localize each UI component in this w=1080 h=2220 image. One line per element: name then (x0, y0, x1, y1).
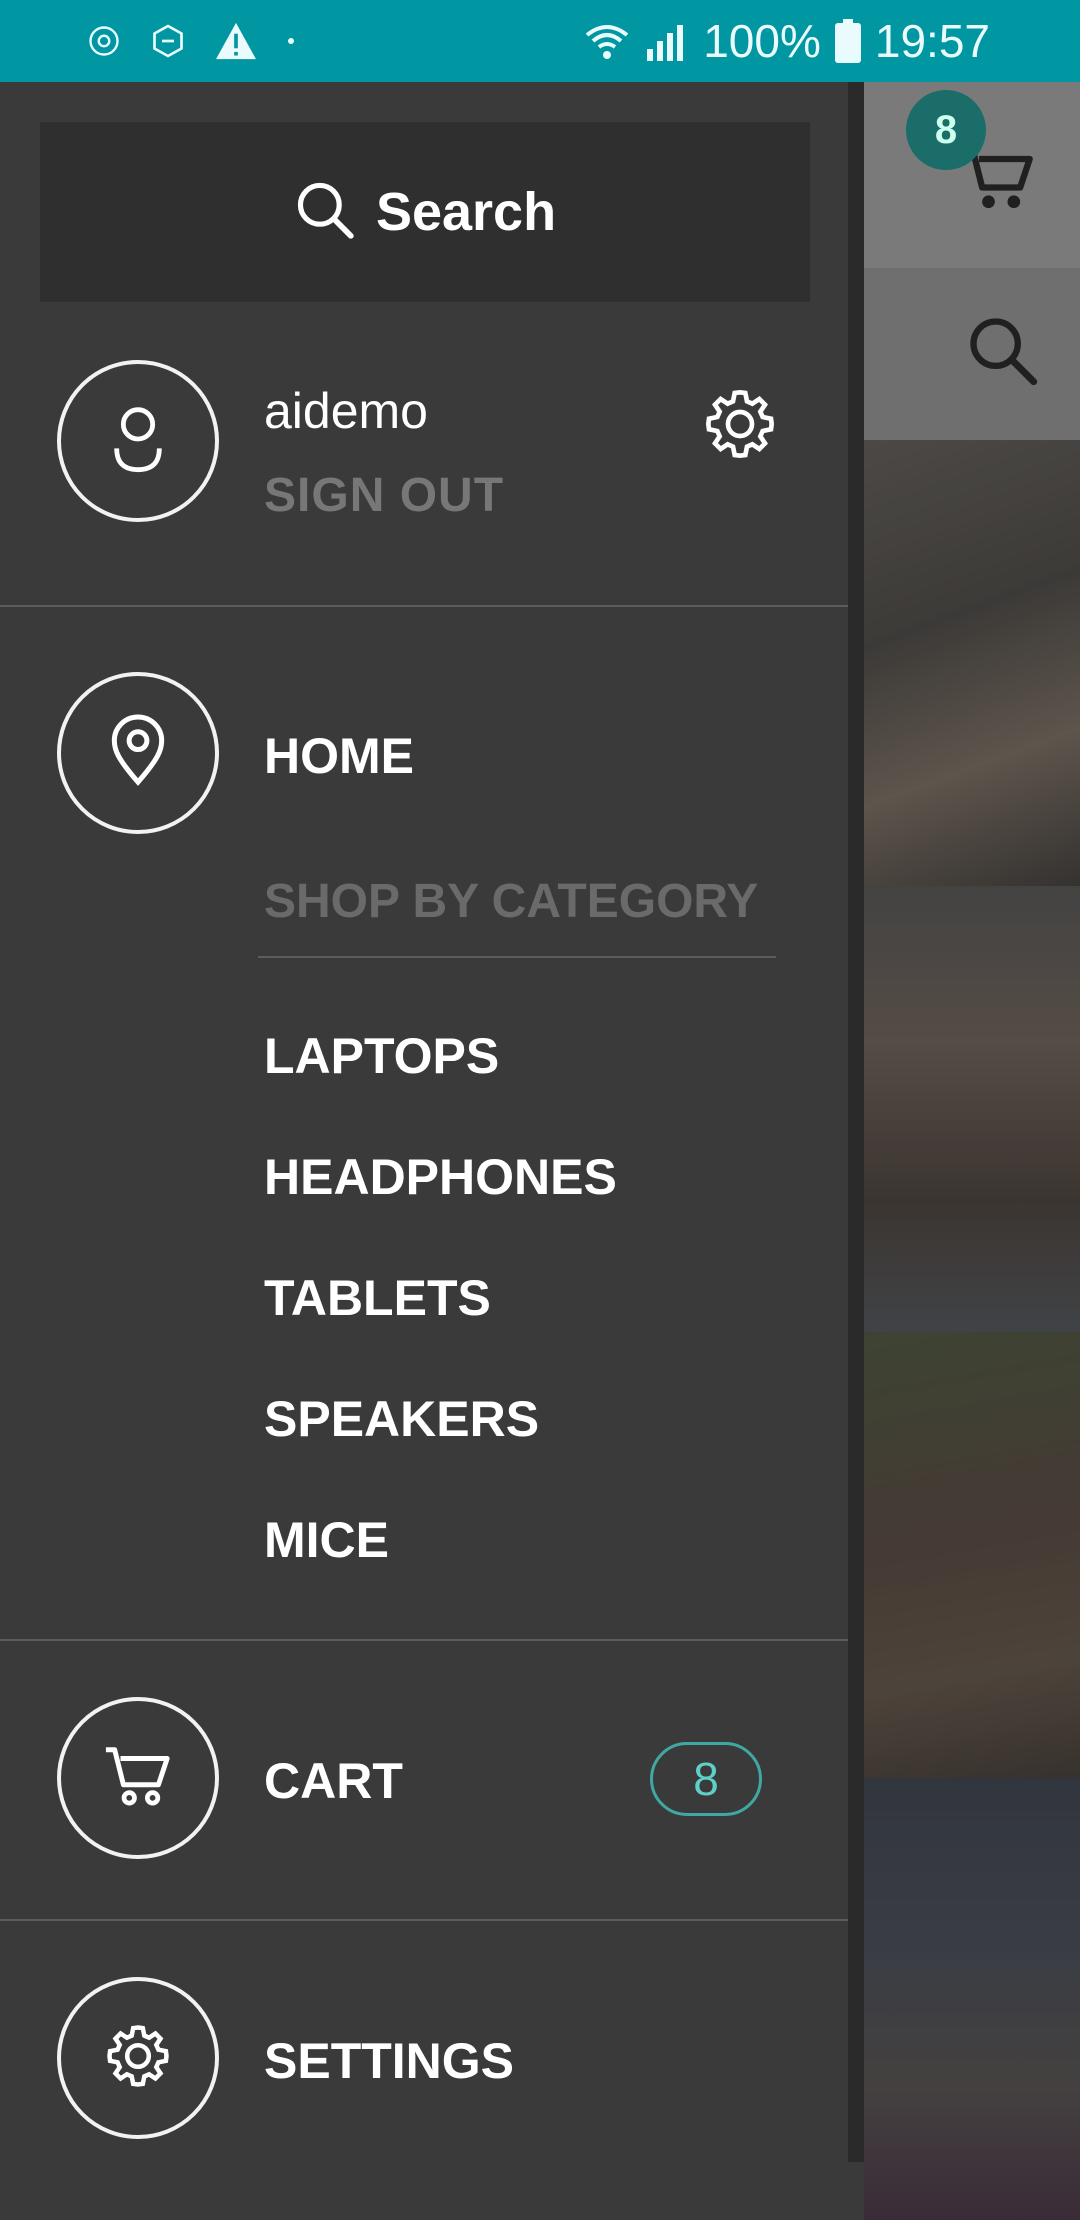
divider (0, 605, 864, 607)
category-item-laptops[interactable]: LAPTOPS (264, 1027, 499, 1085)
gear-icon (102, 2020, 174, 2097)
location-pin-icon (108, 714, 168, 793)
divider (0, 1639, 864, 1641)
navigation-drawer: Search aidemo SIGN OUT HOME SHOP BY CATE… (0, 82, 864, 2220)
category-item-speakers[interactable]: SPEAKERS (264, 1390, 539, 1448)
user-name: aidemo (264, 383, 428, 439)
app-hex-icon (150, 23, 186, 59)
wifi-icon (583, 21, 631, 61)
dot-icon (286, 36, 296, 46)
cart-icon (103, 1743, 173, 1814)
drawer-edge (848, 82, 864, 2162)
nav-item-settings[interactable]: SETTINGS (264, 2032, 514, 2090)
home-circle-button[interactable] (57, 672, 219, 834)
signal-icon (645, 21, 689, 61)
settings-circle-button[interactable] (57, 1977, 219, 2139)
battery-percent: 100% (703, 15, 821, 67)
sign-out-button[interactable]: SIGN OUT (264, 468, 504, 523)
category-item-tablets[interactable]: TABLETS (264, 1269, 491, 1327)
warning-icon (214, 21, 258, 61)
clock: 19:57 (874, 15, 990, 67)
category-item-mice[interactable]: MICE (264, 1511, 389, 1569)
status-bar: 100% 19:57 (0, 0, 1080, 82)
category-item-headphones[interactable]: HEADPHONES (264, 1148, 617, 1206)
search-icon (294, 179, 356, 246)
divider (0, 1919, 864, 1921)
account-settings-gear-icon[interactable] (700, 384, 780, 469)
scrim[interactable] (864, 82, 1080, 2220)
search-label: Search (375, 182, 557, 242)
user-icon (106, 403, 170, 480)
avatar[interactable] (57, 360, 219, 522)
category-divider (258, 956, 776, 958)
search-button[interactable]: Search (40, 122, 810, 302)
background-app[interactable]: 8 (864, 82, 1080, 2220)
bg-cart-badge: 8 (906, 90, 986, 170)
battery-icon (834, 19, 861, 63)
cart-count-badge: 8 (650, 1742, 762, 1816)
category-heading: SHOP BY CATEGORY (264, 875, 759, 928)
nav-item-home[interactable]: HOME (264, 727, 414, 785)
nav-item-cart[interactable]: CART (264, 1752, 403, 1810)
cart-circle-button[interactable] (57, 1697, 219, 1859)
settings-gear-icon (86, 23, 122, 59)
